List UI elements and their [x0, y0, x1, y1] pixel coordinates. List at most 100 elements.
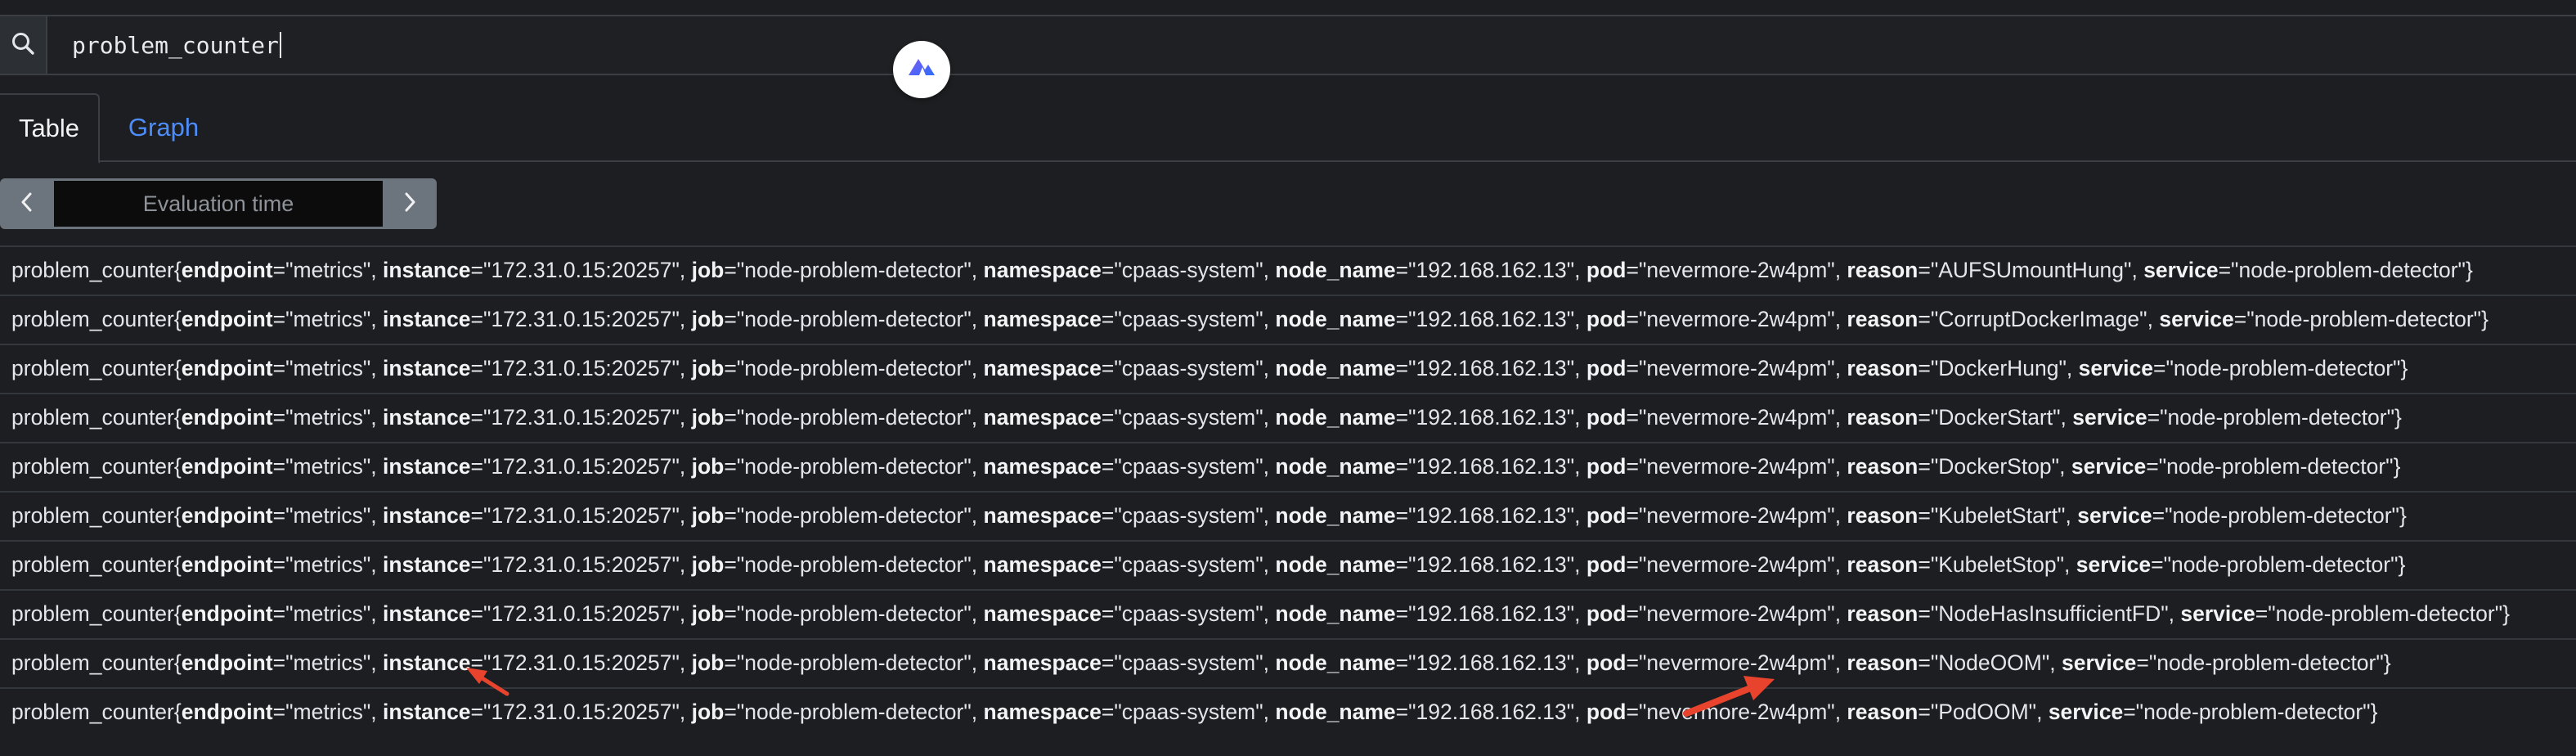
label-value-service: "node-problem-detector"	[2165, 503, 2399, 528]
label-key-reason: reason	[1847, 258, 1919, 282]
label-key-reason: reason	[1847, 650, 1919, 675]
label-key-endpoint: endpoint	[181, 601, 273, 626]
label-key-node-name: node_name	[1275, 503, 1396, 528]
label-value-namespace: "cpaas-system"	[1114, 356, 1263, 380]
label-key-pod: pod	[1586, 405, 1627, 430]
label-key-service: service	[2180, 601, 2255, 626]
label-value-endpoint: "metrics"	[285, 356, 371, 380]
label-key-job: job	[691, 503, 725, 528]
label-key-job: job	[691, 258, 725, 282]
label-value-node-name: "192.168.162.13"	[1408, 552, 1575, 577]
label-value-instance: "172.31.0.15:20257"	[483, 552, 680, 577]
label-value-endpoint: "metrics"	[285, 601, 371, 626]
label-value-pod: "nevermore-2w4pm"	[1638, 454, 1835, 479]
label-value-reason: "NodeHasInsufficientFD"	[1930, 601, 2169, 626]
label-value-instance: "172.31.0.15:20257"	[483, 601, 680, 626]
tab-graph[interactable]: Graph	[100, 93, 227, 162]
label-key-reason: reason	[1847, 356, 1919, 380]
label-key-instance: instance	[383, 258, 471, 282]
label-value-pod: "nevermore-2w4pm"	[1638, 700, 1835, 724]
metric-name: problem_counter	[11, 650, 174, 675]
label-key-endpoint: endpoint	[181, 258, 273, 282]
label-key-instance: instance	[383, 700, 471, 724]
label-value-reason: "KubeletStop"	[1930, 552, 2065, 577]
table-row: problem_counter{endpoint="metrics", inst…	[0, 638, 2576, 687]
label-value-namespace: "cpaas-system"	[1114, 307, 1263, 331]
label-value-pod: "nevermore-2w4pm"	[1638, 356, 1835, 380]
label-value-reason: "DockerStop"	[1930, 454, 2060, 479]
evaluation-time-input[interactable]: Evaluation time	[54, 178, 383, 229]
query-input[interactable]: problem_counter	[72, 31, 808, 61]
label-key-pod: pod	[1586, 356, 1627, 380]
label-key-node-name: node_name	[1275, 650, 1396, 675]
label-value-instance: "172.31.0.15:20257"	[483, 258, 680, 282]
label-value-endpoint: "metrics"	[285, 405, 371, 430]
label-key-service: service	[2072, 405, 2147, 430]
search-button[interactable]	[0, 16, 47, 74]
chevron-right-icon	[402, 191, 417, 218]
label-key-reason: reason	[1847, 601, 1919, 626]
label-key-job: job	[691, 307, 725, 331]
label-key-pod: pod	[1586, 258, 1627, 282]
label-value-endpoint: "metrics"	[285, 503, 371, 528]
label-value-service: "node-problem-detector"	[2165, 356, 2401, 380]
label-key-namespace: namespace	[983, 356, 1102, 380]
label-value-reason: "DockerStart"	[1930, 405, 2061, 430]
label-value-pod: "nevermore-2w4pm"	[1638, 601, 1835, 626]
table-row: problem_counter{endpoint="metrics", inst…	[0, 344, 2576, 393]
label-value-service: "node-problem-detector"	[2160, 405, 2395, 430]
label-key-service: service	[2071, 454, 2147, 479]
search-icon	[11, 31, 35, 60]
label-key-node-name: node_name	[1275, 552, 1396, 577]
label-key-namespace: namespace	[983, 601, 1102, 626]
label-value-reason: "CorruptDockerImage"	[1930, 307, 2147, 331]
label-value-endpoint: "metrics"	[285, 258, 371, 282]
label-key-job: job	[691, 405, 725, 430]
label-key-service: service	[2048, 700, 2124, 724]
label-key-namespace: namespace	[983, 650, 1102, 675]
label-key-reason: reason	[1847, 552, 1919, 577]
label-key-service: service	[2062, 650, 2137, 675]
label-value-pod: "nevermore-2w4pm"	[1638, 650, 1835, 675]
extension-badge[interactable]	[893, 41, 950, 98]
label-value-service: "node-problem-detector"	[2246, 307, 2482, 331]
label-value-job: "node-problem-detector"	[736, 258, 972, 282]
label-value-job: "node-problem-detector"	[736, 454, 972, 479]
label-value-instance: "172.31.0.15:20257"	[483, 405, 680, 430]
label-key-pod: pod	[1586, 454, 1627, 479]
label-key-service: service	[2143, 258, 2219, 282]
metric-name: problem_counter	[11, 454, 174, 479]
label-value-node-name: "192.168.162.13"	[1408, 650, 1575, 675]
label-key-namespace: namespace	[983, 552, 1102, 577]
eval-time-prev-button[interactable]	[0, 178, 54, 229]
metric-name: problem_counter	[11, 503, 174, 528]
label-value-service: "node-problem-detector"	[2231, 258, 2466, 282]
label-key-pod: pod	[1586, 307, 1627, 331]
label-value-instance: "172.31.0.15:20257"	[483, 650, 680, 675]
label-key-endpoint: endpoint	[181, 552, 273, 577]
label-value-pod: "nevermore-2w4pm"	[1638, 552, 1835, 577]
eval-time-next-button[interactable]	[383, 178, 437, 229]
text-caret	[279, 32, 281, 58]
evaluation-time-control: Evaluation time	[0, 178, 440, 229]
metric-name: problem_counter	[11, 552, 174, 577]
label-value-pod: "nevermore-2w4pm"	[1638, 307, 1835, 331]
tab-table[interactable]: Table	[0, 93, 100, 164]
label-value-job: "node-problem-detector"	[736, 700, 972, 724]
label-key-namespace: namespace	[983, 405, 1102, 430]
label-key-job: job	[691, 454, 725, 479]
label-value-service: "node-problem-detector"	[2158, 454, 2394, 479]
label-key-reason: reason	[1847, 405, 1919, 430]
label-value-pod: "nevermore-2w4pm"	[1638, 258, 1835, 282]
label-value-instance: "172.31.0.15:20257"	[483, 307, 680, 331]
label-key-pod: pod	[1586, 503, 1627, 528]
label-key-job: job	[691, 552, 725, 577]
label-value-namespace: "cpaas-system"	[1114, 503, 1263, 528]
label-value-namespace: "cpaas-system"	[1114, 650, 1263, 675]
label-value-job: "node-problem-detector"	[736, 405, 972, 430]
label-key-node-name: node_name	[1275, 307, 1396, 331]
label-value-endpoint: "metrics"	[285, 454, 371, 479]
label-value-job: "node-problem-detector"	[736, 503, 972, 528]
label-key-job: job	[691, 700, 725, 724]
label-key-service: service	[2159, 307, 2234, 331]
